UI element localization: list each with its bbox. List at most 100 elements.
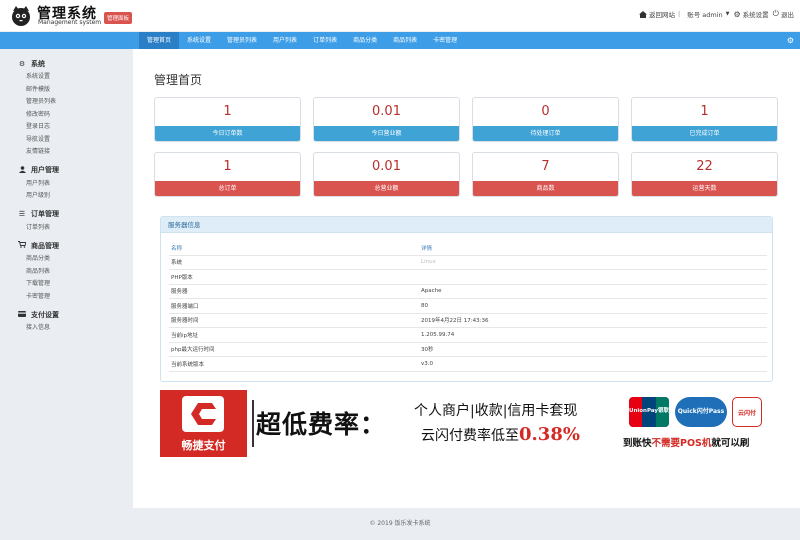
sidebar-section-title: 商品管理 xyxy=(31,241,59,250)
home-icon xyxy=(639,10,647,18)
cell-value: Apache xyxy=(421,288,442,295)
quickpass-logo: Quick闪付Pass xyxy=(675,397,727,427)
main-content: 管理首页 1 今日订单数 0.01 今日营业额 0 待处理订单 1 已完成订单 … xyxy=(133,49,800,508)
server-info-table: 名称 详情 系统 Linux PHP版本 服务器 Apache 服务器端口 80… xyxy=(169,241,767,372)
sidebar-item-change-password[interactable]: 修改密码 xyxy=(0,109,133,122)
cell-value: 1.205.99.74 xyxy=(421,331,455,338)
settings-link[interactable]: ⚙ 系统设置 xyxy=(733,9,769,20)
tab-product-category[interactable]: 商品分类 xyxy=(345,32,385,49)
account-menu[interactable]: 账号 admin ▼ xyxy=(687,9,729,19)
stat-card-completed-orders[interactable]: 1 已完成订单 xyxy=(631,97,778,142)
banner-line-2-prefix: 云闪付费率低至 xyxy=(421,428,519,444)
table-row: php最大运行时间 30秒 xyxy=(169,343,767,357)
stat-value: 22 xyxy=(696,159,713,174)
stat-label: 商品数 xyxy=(473,181,618,196)
table-row: 当前ip地址 1.205.99.74 xyxy=(169,328,767,343)
tab-order-list[interactable]: 订单列表 xyxy=(305,32,345,49)
cell-name: PHP版本 xyxy=(171,274,193,281)
sidebar-item-nav-settings[interactable]: 导航设置 xyxy=(0,134,133,147)
banner-rate: 0.38% xyxy=(519,424,580,445)
stat-label: 总订单 xyxy=(155,181,300,196)
column-header-name: 名称 xyxy=(171,245,183,252)
ad-banner[interactable]: 畅捷支付 超低费率： 个人商户|收款|信用卡套现 云闪付费率低至0.38% Un… xyxy=(160,389,785,459)
tab-product-list[interactable]: 商品列表 xyxy=(385,32,425,49)
cell-value: 80 xyxy=(421,302,428,309)
tab-dashboard[interactable]: 管理首页 xyxy=(139,32,180,49)
brand-badge: 管理面板 xyxy=(104,12,133,24)
stat-label: 待处理订单 xyxy=(473,126,618,141)
gear-icon: ⚙ xyxy=(733,9,741,19)
table-row: 服务器时间 2019年4月22日 17:43:36 xyxy=(169,314,767,328)
sidebar-item-download-manage[interactable]: 下载管理 xyxy=(0,278,133,291)
nav-settings-icon[interactable]: ⚙ xyxy=(787,36,794,45)
sidebar-item-mail-template[interactable]: 邮件模版 xyxy=(0,84,133,97)
sidebar-section-products[interactable]: 商品管理 xyxy=(0,238,133,253)
stat-label: 今日订单数 xyxy=(155,126,300,141)
cell-value: 2019年4月22日 17:43:36 xyxy=(421,318,489,325)
tab-admin-list[interactable]: 管理员列表 xyxy=(219,32,265,49)
stat-value: 1 xyxy=(223,159,232,174)
user-icon xyxy=(17,165,27,175)
stat-label: 总营业额 xyxy=(314,181,459,196)
banner-headline: 超低费率： xyxy=(256,410,387,439)
sidebar-item-product-list[interactable]: 商品列表 xyxy=(0,266,133,279)
cell-name: 服务器端口 xyxy=(171,303,199,310)
banner-tagline: 到账快不需要POS机就可以刷 xyxy=(623,435,749,449)
sidebar-item-access-info[interactable]: 接入信息 xyxy=(0,322,133,335)
power-icon: ⏻ xyxy=(772,9,779,18)
stat-card-pending-orders[interactable]: 0 待处理订单 xyxy=(472,97,619,142)
cell-name: 系统 xyxy=(171,260,183,267)
table-header: 名称 详情 xyxy=(169,241,767,256)
table-row: 服务器端口 80 xyxy=(169,299,767,314)
page-title: 管理首页 xyxy=(154,73,203,87)
logout-link[interactable]: ⏻ 退出 xyxy=(773,9,794,19)
sidebar-section-title: 用户管理 xyxy=(31,166,59,174)
tab-card-key[interactable]: 卡密管理 xyxy=(425,32,465,49)
banner-logo-text: 畅捷支付 xyxy=(181,439,226,452)
cell-name: 当前ip地址 xyxy=(171,332,199,339)
sidebar: ⚙ 系统 系统设置 邮件模版 管理员列表 修改密码 登录日志 导航设置 友情链接… xyxy=(0,49,133,508)
sidebar-section-users[interactable]: 用户管理 xyxy=(0,163,133,178)
quickpass-text: Quick闪付Pass xyxy=(677,408,725,415)
server-info-panel: 服务器信息 名称 详情 系统 Linux PHP版本 服务器 Apache 服务… xyxy=(160,216,773,382)
table-row: PHP版本 xyxy=(169,270,767,285)
app: 管理系统 Management system 管理面板 返回网站 | 账号 ad… xyxy=(0,0,800,540)
sidebar-section-orders[interactable]: ☰ 订单管理 xyxy=(0,207,133,222)
top-nav: 返回网站 | 账号 admin ▼ ⚙ 系统设置 ⏻ 退出 xyxy=(635,9,794,19)
stat-card-today-revenue[interactable]: 0.01 今日营业额 xyxy=(313,97,460,142)
stat-value: 1 xyxy=(223,104,232,119)
stat-label: 运营天数 xyxy=(632,181,777,196)
stat-card-product-count[interactable]: 7 商品数 xyxy=(472,152,619,197)
cell-name: 当前系统版本 xyxy=(171,361,205,368)
home-link[interactable]: 返回网站 xyxy=(639,9,675,19)
tab-user-list[interactable]: 用户列表 xyxy=(265,32,305,49)
sidebar-item-user-list[interactable]: 用户列表 xyxy=(0,178,133,191)
sidebar-item-user-level[interactable]: 用户级别 xyxy=(0,190,133,203)
sidebar-item-friend-links[interactable]: 友情链接 xyxy=(0,146,133,159)
cell-name: 服务器时间 xyxy=(171,318,199,325)
stat-card-total-orders[interactable]: 1 总订单 xyxy=(154,152,301,197)
sidebar-section-system[interactable]: ⚙ 系统 xyxy=(0,56,133,71)
banner-logo: 畅捷支付 xyxy=(160,390,247,457)
sidebar-item-system-settings[interactable]: 系统设置 xyxy=(0,71,133,84)
sidebar-item-order-list[interactable]: 订单列表 xyxy=(0,222,133,235)
stat-value: 7 xyxy=(541,159,550,174)
sidebar-item-card-key[interactable]: 卡密管理 xyxy=(0,291,133,304)
yunshanfu-text: 云闪付 xyxy=(737,410,756,417)
sidebar-item-login-log[interactable]: 登录日志 xyxy=(0,121,133,134)
sidebar-item-admin-list[interactable]: 管理员列表 xyxy=(0,96,133,109)
column-header-detail: 详情 xyxy=(421,245,433,252)
tab-system-settings[interactable]: 系统设置 xyxy=(179,32,219,49)
brand-c-icon xyxy=(182,396,224,432)
cat-logo-icon xyxy=(12,6,30,26)
stat-card-operating-days[interactable]: 22 运营天数 xyxy=(631,152,778,197)
sidebar-section-payment[interactable]: 支付设置 xyxy=(0,307,133,322)
sidebar-item-product-category[interactable]: 商品分类 xyxy=(0,253,133,266)
unionpay-logo: UnionPay银联 xyxy=(629,397,669,427)
cell-value: 30秒 xyxy=(421,347,434,354)
banner-line-1: 个人商户|收款|信用卡套现 xyxy=(414,403,578,419)
stat-card-today-orders[interactable]: 1 今日订单数 xyxy=(154,97,301,142)
tagline-prefix: 到账快 xyxy=(623,438,652,449)
sidebar-section-title: 订单管理 xyxy=(31,210,59,218)
stat-card-total-revenue[interactable]: 0.01 总营业额 xyxy=(313,152,460,197)
